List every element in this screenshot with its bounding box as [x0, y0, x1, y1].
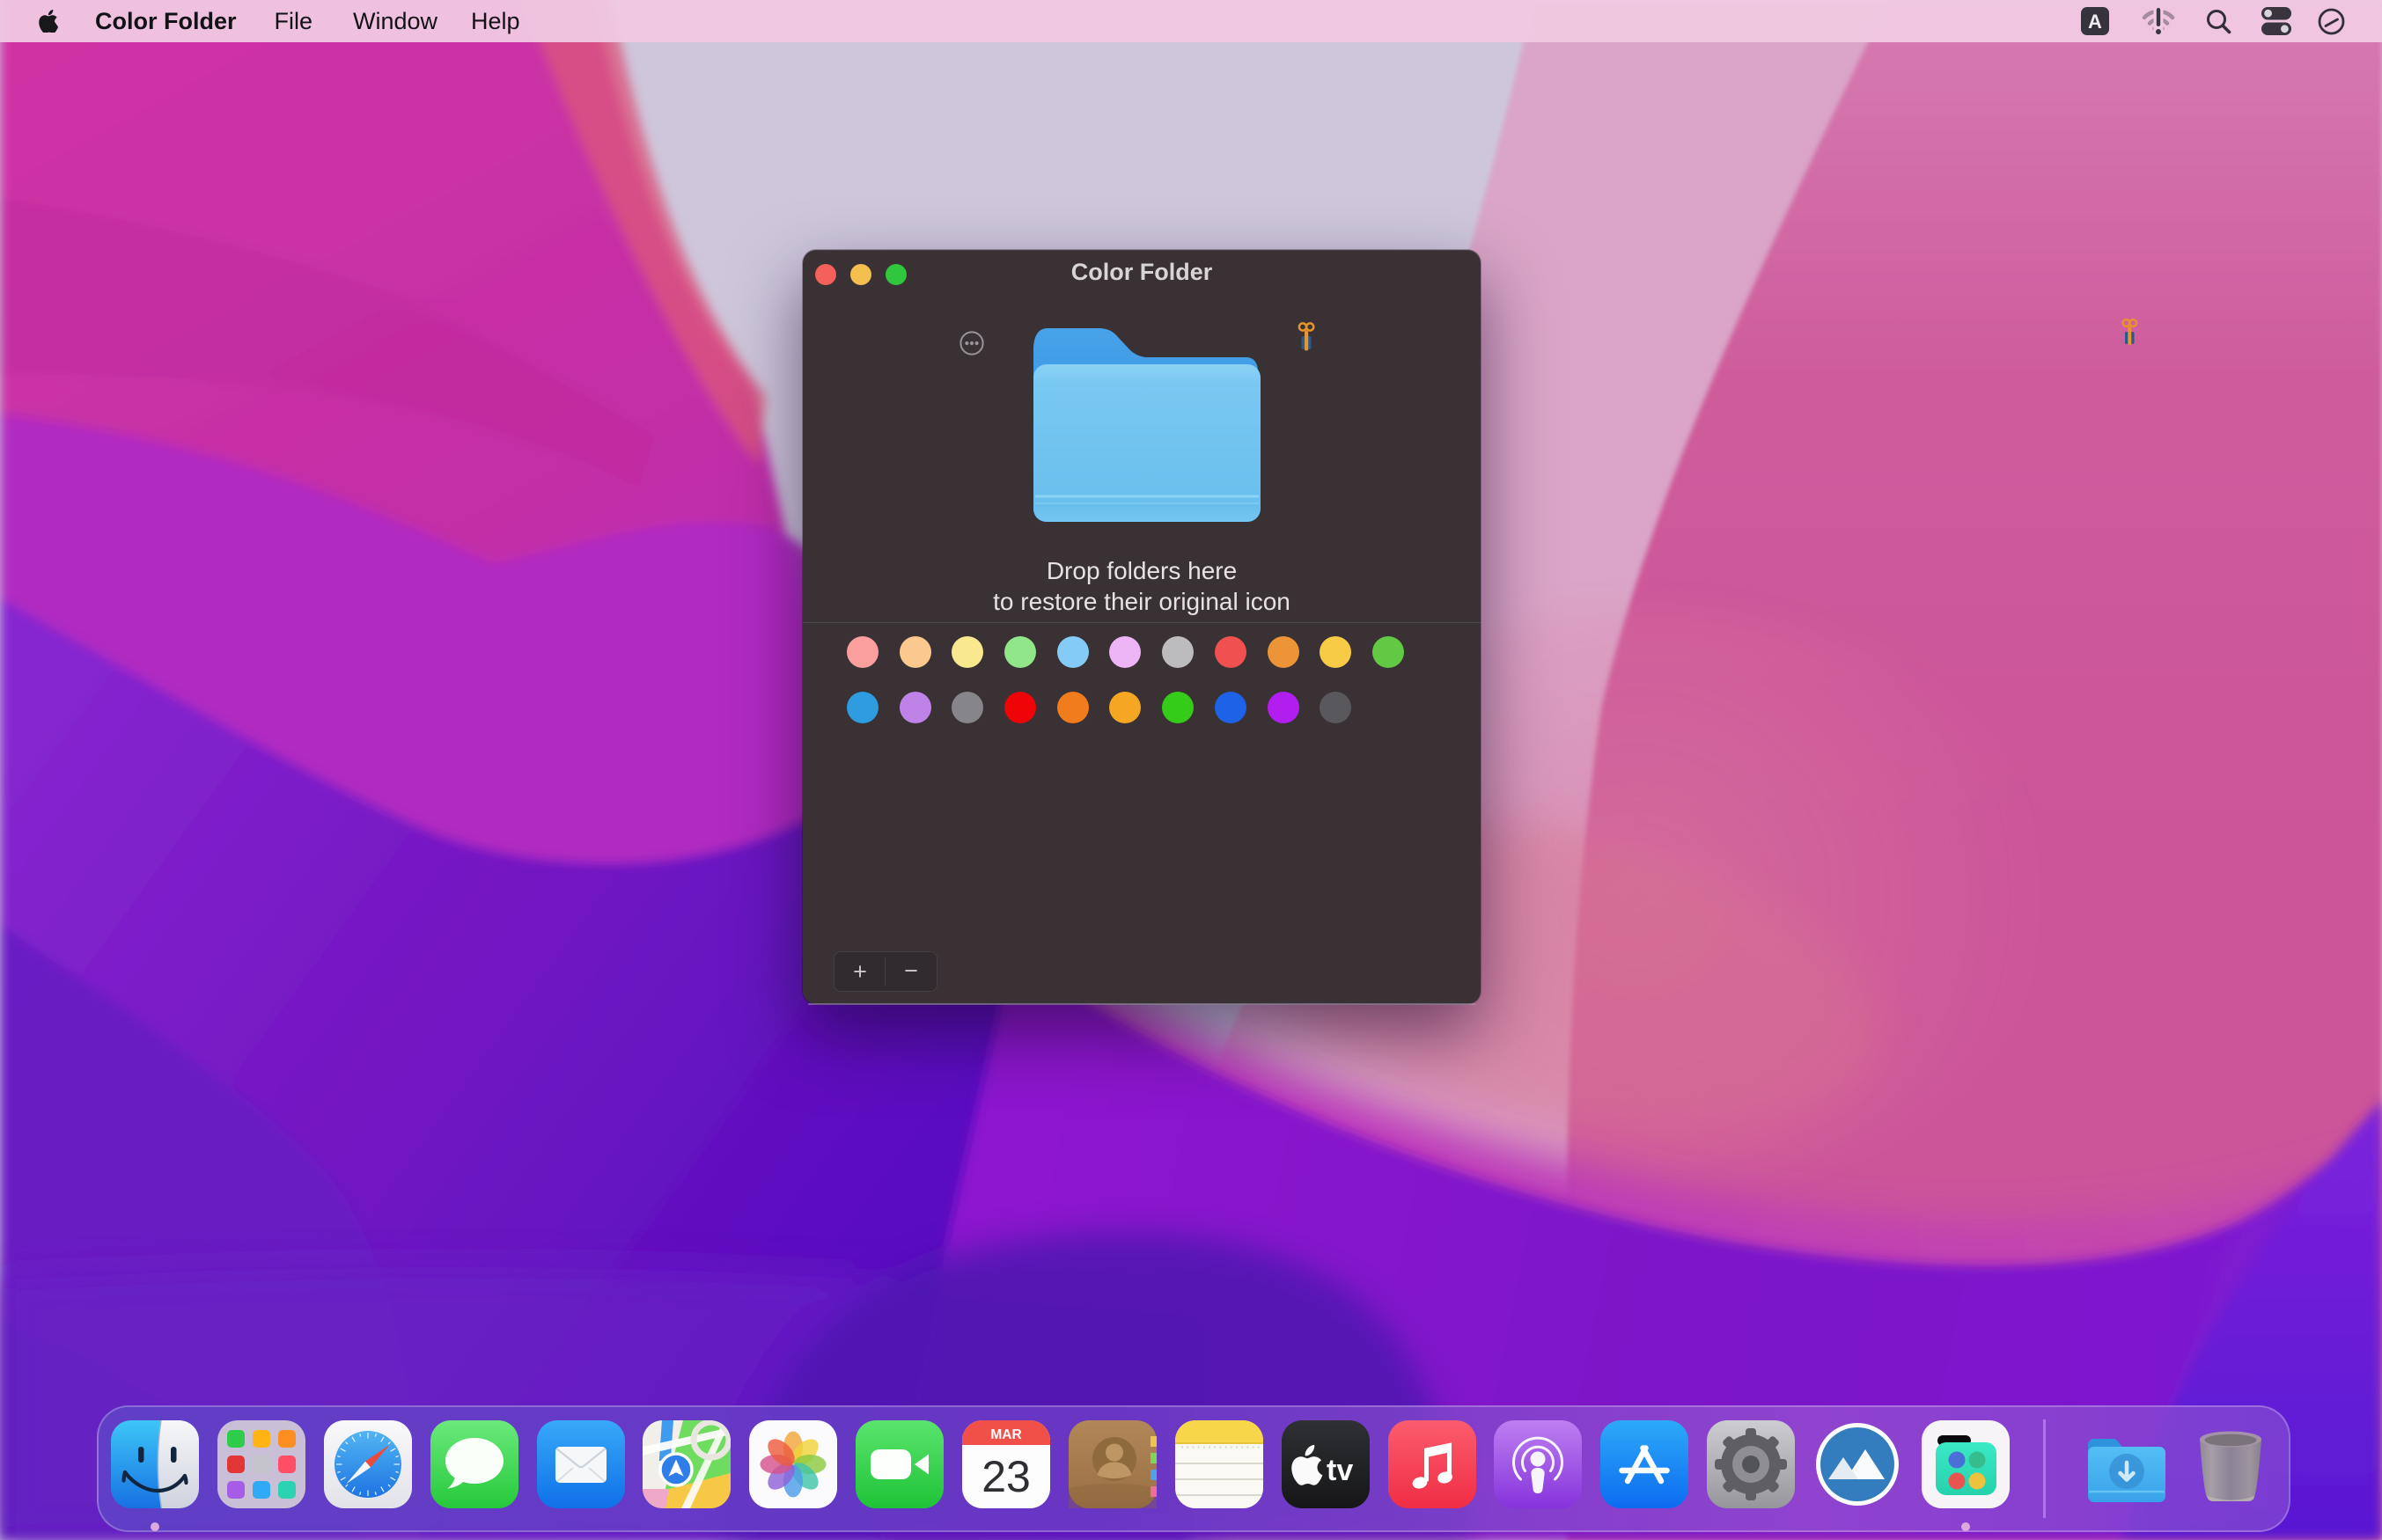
svg-text:MAR: MAR — [990, 1427, 1021, 1442]
svg-text:23: 23 — [981, 1452, 1031, 1501]
svg-text:A: A — [2088, 11, 2102, 33]
svg-text:tv: tv — [1327, 1454, 1353, 1487]
